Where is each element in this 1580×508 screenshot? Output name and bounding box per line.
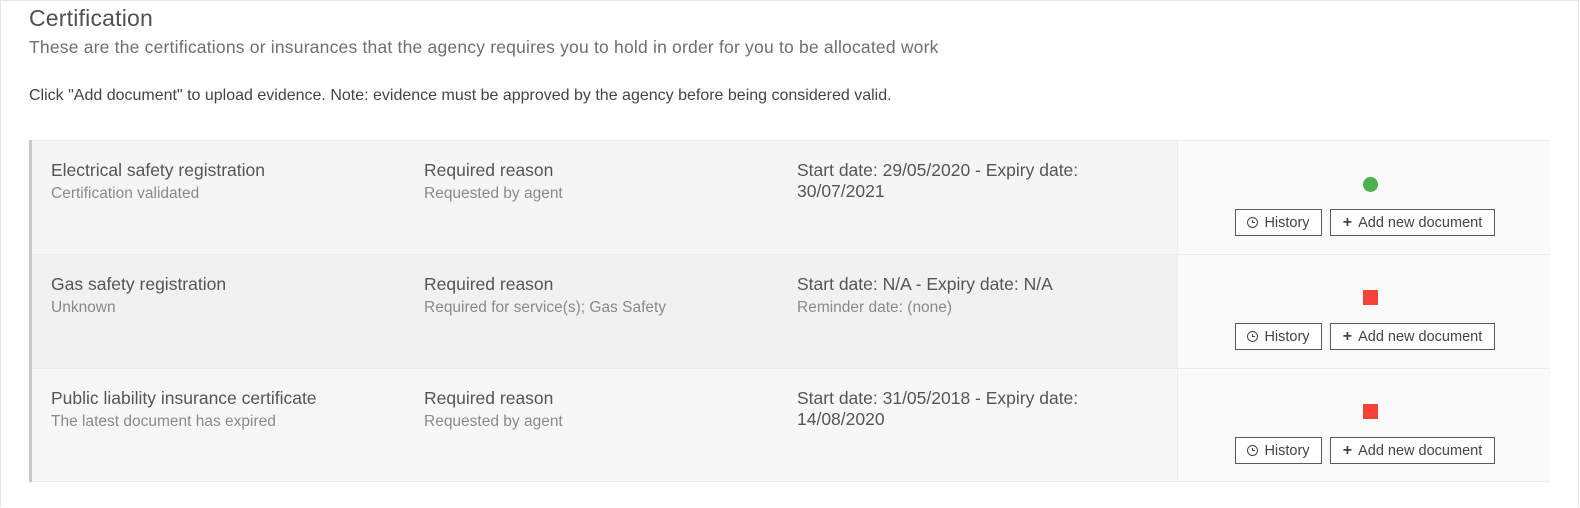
history-button[interactable]: History: [1235, 209, 1322, 236]
plus-icon: +: [1342, 441, 1353, 459]
green-circle-icon: [1363, 177, 1378, 192]
clock-icon: [1247, 445, 1259, 456]
history-button-label: History: [1264, 442, 1310, 459]
certification-status-text: The latest document has expired: [51, 413, 276, 430]
add-new-document-label: Add new document: [1358, 328, 1483, 345]
actions-cell: History + Add new document: [1177, 141, 1550, 254]
dates-value: Start date: 31/05/2018 - Expiry date: 14…: [797, 388, 1079, 429]
reminder-date: Reminder date: (none): [797, 299, 953, 316]
reason-cell: Required reason Requested by agent: [424, 388, 784, 431]
reason-value: Required for service(s); Gas Safety: [424, 299, 667, 316]
dates-value: Start date: 29/05/2020 - Expiry date: 30…: [797, 160, 1079, 201]
reason-label: Required reason: [424, 274, 554, 294]
history-button[interactable]: History: [1235, 323, 1322, 350]
page-title: Certification: [29, 5, 154, 31]
page-subtitle: These are the certifications or insuranc…: [29, 37, 939, 57]
dates-cell: Start date: N/A - Expiry date: N/A Remin…: [797, 274, 1097, 317]
instruction-text: Click "Add document" to upload evidence.…: [29, 87, 892, 104]
add-new-document-label: Add new document: [1358, 442, 1483, 459]
certification-list: Electrical safety registration Certifica…: [29, 140, 1550, 482]
certification-name-cell: Electrical safety registration Certifica…: [51, 160, 411, 203]
certification-name-cell: Gas safety registration Unknown: [51, 274, 411, 317]
clock-icon: [1247, 331, 1259, 342]
certification-row-public-liability: Public liability insurance certificate T…: [32, 368, 1550, 482]
reason-label: Required reason: [424, 160, 554, 180]
reason-value: Requested by agent: [424, 413, 563, 430]
reason-cell: Required reason Requested by agent: [424, 160, 784, 203]
add-new-document-button[interactable]: + Add new document: [1330, 209, 1495, 236]
certification-name: Gas safety registration: [51, 274, 227, 294]
reason-label: Required reason: [424, 388, 554, 408]
certification-row-electrical: Electrical safety registration Certifica…: [32, 140, 1550, 254]
certification-name: Public liability insurance certificate: [51, 388, 317, 408]
dates-cell: Start date: 31/05/2018 - Expiry date: 14…: [797, 388, 1097, 434]
history-button[interactable]: History: [1235, 437, 1322, 464]
history-button-label: History: [1264, 214, 1310, 231]
history-button-label: History: [1264, 328, 1310, 345]
actions-cell: History + Add new document: [1177, 369, 1550, 481]
actions-cell: History + Add new document: [1177, 255, 1550, 368]
red-square-icon: [1363, 404, 1378, 419]
add-new-document-button[interactable]: + Add new document: [1330, 323, 1495, 350]
certification-status-text: Certification validated: [51, 185, 200, 202]
plus-icon: +: [1342, 327, 1353, 345]
dates-value: Start date: N/A - Expiry date: N/A: [797, 274, 1053, 294]
certification-row-gas: Gas safety registration Unknown Required…: [32, 254, 1550, 368]
dates-cell: Start date: 29/05/2020 - Expiry date: 30…: [797, 160, 1097, 206]
add-new-document-label: Add new document: [1358, 214, 1483, 231]
red-square-icon: [1363, 290, 1378, 305]
certification-status-text: Unknown: [51, 299, 116, 316]
plus-icon: +: [1342, 213, 1353, 231]
reason-cell: Required reason Required for service(s);…: [424, 274, 784, 317]
certification-name: Electrical safety registration: [51, 160, 265, 180]
clock-icon: [1247, 217, 1259, 228]
reason-value: Requested by agent: [424, 185, 563, 202]
add-new-document-button[interactable]: + Add new document: [1330, 437, 1495, 464]
certification-name-cell: Public liability insurance certificate T…: [51, 388, 411, 431]
